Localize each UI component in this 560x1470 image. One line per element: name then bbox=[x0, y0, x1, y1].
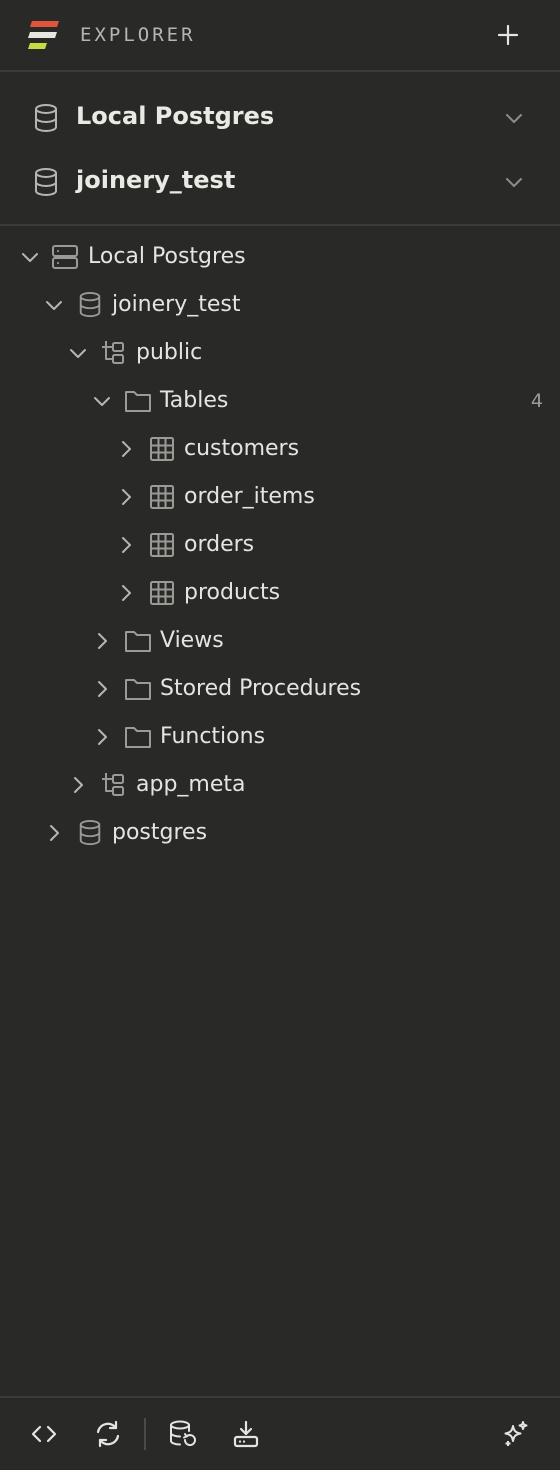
table-icon bbox=[149, 532, 175, 558]
folder-icon bbox=[125, 388, 151, 414]
code-icon bbox=[31, 1425, 57, 1443]
sparkles-icon bbox=[504, 1421, 528, 1446]
tree-node-schema-app-meta[interactable]: app_meta bbox=[0, 762, 560, 808]
chevron-right-icon[interactable] bbox=[42, 821, 66, 845]
database-restore-icon bbox=[170, 1420, 196, 1447]
tree-node-stored-procedures-folder[interactable]: Stored Procedures bbox=[0, 666, 560, 712]
tree-node-tables-folder[interactable]: Tables 4 bbox=[0, 378, 560, 424]
app-logo bbox=[28, 20, 60, 50]
tree-node-table-orders[interactable]: orders bbox=[0, 522, 560, 568]
chevron-right-icon[interactable] bbox=[114, 533, 138, 557]
tree-node-label: joinery_test bbox=[112, 292, 241, 317]
chevron-right-icon[interactable] bbox=[66, 773, 90, 797]
toolbar-divider bbox=[144, 1418, 146, 1450]
tree-node-functions-folder[interactable]: Functions bbox=[0, 714, 560, 760]
schema-icon bbox=[101, 772, 127, 798]
connection-label: joinery_test bbox=[76, 166, 236, 194]
download-icon bbox=[233, 1420, 259, 1448]
tree-node-label: products bbox=[184, 580, 281, 605]
database-icon bbox=[77, 292, 103, 318]
add-connection-button[interactable] bbox=[496, 23, 520, 47]
chevron-down-icon[interactable] bbox=[42, 293, 66, 317]
tree-node-label: public bbox=[136, 340, 203, 365]
tree-node-database-postgres[interactable]: postgres bbox=[0, 810, 560, 856]
chevron-right-icon[interactable] bbox=[90, 677, 114, 701]
database-icon bbox=[33, 103, 59, 133]
tree-node-table-products[interactable]: products bbox=[0, 570, 560, 616]
tree-node-table-customers[interactable]: customers bbox=[0, 426, 560, 472]
tree-node-label: customers bbox=[184, 436, 300, 461]
chevron-down-icon[interactable] bbox=[66, 341, 90, 365]
connection-local-postgres[interactable]: Local Postgres bbox=[0, 84, 560, 148]
tree-node-schema-public[interactable]: public bbox=[0, 330, 560, 376]
tree-node-label: Stored Procedures bbox=[160, 676, 362, 701]
explorer-header: EXPLORER bbox=[0, 0, 560, 72]
chevron-down-icon[interactable] bbox=[18, 245, 42, 269]
tree-node-server[interactable]: Local Postgres bbox=[0, 234, 560, 280]
table-icon bbox=[149, 484, 175, 510]
tree-node-label: Tables bbox=[160, 388, 229, 413]
tree-node-label: orders bbox=[184, 532, 255, 557]
tree-node-views-folder[interactable]: Views bbox=[0, 618, 560, 664]
chevron-down-icon[interactable] bbox=[90, 389, 114, 413]
ai-assistant-button[interactable] bbox=[502, 1420, 530, 1448]
chevron-right-icon[interactable] bbox=[90, 629, 114, 653]
tree-node-database[interactable]: joinery_test bbox=[0, 282, 560, 328]
plus-icon bbox=[497, 24, 519, 46]
tree-node-label: app_meta bbox=[136, 772, 246, 797]
table-icon bbox=[149, 580, 175, 606]
schema-icon bbox=[101, 340, 127, 366]
connection-joinery-test[interactable]: joinery_test bbox=[0, 148, 560, 212]
tree-node-table-order-items[interactable]: order_items bbox=[0, 474, 560, 520]
explorer-toolbar bbox=[0, 1396, 560, 1470]
export-button[interactable] bbox=[232, 1420, 260, 1448]
tree-node-label: postgres bbox=[112, 820, 208, 845]
connection-list: Local Postgres joinery_test bbox=[0, 72, 560, 226]
database-icon bbox=[33, 167, 59, 197]
chevron-right-icon[interactable] bbox=[114, 485, 138, 509]
connection-label: Local Postgres bbox=[76, 102, 275, 130]
chevron-right-icon[interactable] bbox=[114, 581, 138, 605]
panel-title: EXPLORER bbox=[80, 24, 196, 46]
refresh-button[interactable] bbox=[94, 1420, 122, 1448]
chevron-down-icon[interactable] bbox=[502, 170, 526, 194]
tables-count-badge: 4 bbox=[530, 390, 543, 412]
database-icon bbox=[77, 820, 103, 846]
server-icon bbox=[52, 244, 78, 270]
refresh-icon bbox=[96, 1420, 120, 1448]
tree-node-label: Views bbox=[160, 628, 224, 653]
chevron-down-icon[interactable] bbox=[502, 106, 526, 130]
tree-node-label: order_items bbox=[184, 484, 315, 509]
tree-node-label: Functions bbox=[160, 724, 266, 749]
folder-icon bbox=[125, 628, 151, 654]
restore-database-button[interactable] bbox=[168, 1420, 196, 1448]
table-icon bbox=[149, 436, 175, 462]
folder-icon bbox=[125, 724, 151, 750]
query-editor-button[interactable] bbox=[30, 1420, 58, 1448]
chevron-right-icon[interactable] bbox=[114, 437, 138, 461]
folder-icon bbox=[125, 676, 151, 702]
tree-node-label: Local Postgres bbox=[88, 244, 246, 269]
chevron-right-icon[interactable] bbox=[90, 725, 114, 749]
